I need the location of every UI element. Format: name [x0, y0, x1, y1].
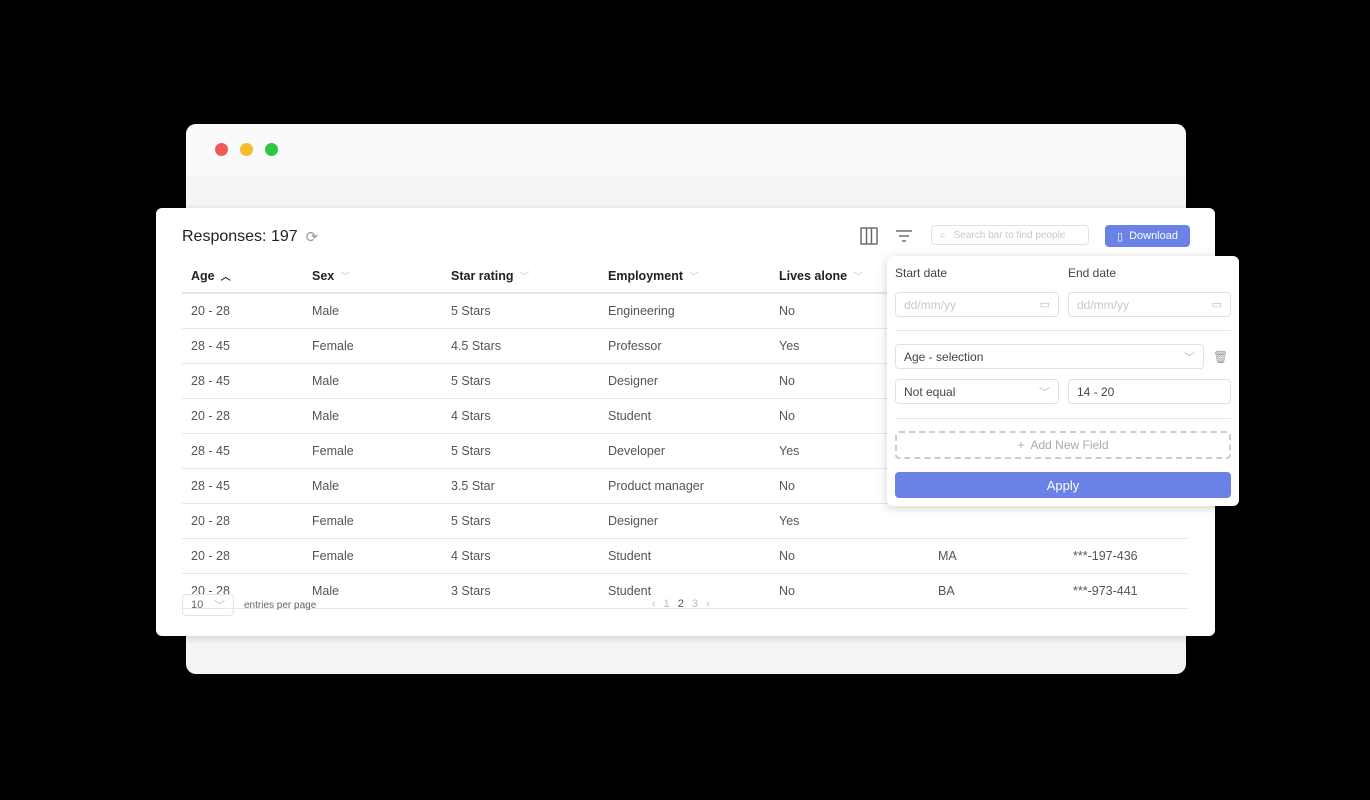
- minimize-window-button[interactable]: [240, 143, 253, 156]
- table-cell: 20 - 28: [182, 398, 303, 434]
- columns-icon[interactable]: [859, 226, 879, 246]
- table-cell: 3 Stars: [442, 573, 599, 609]
- table-cell: 3.5 Star: [442, 468, 599, 504]
- table-cell: Student: [599, 538, 770, 574]
- table-cell: 4 Stars: [442, 398, 599, 434]
- page-1[interactable]: 1: [664, 598, 670, 610]
- close-window-button[interactable]: [215, 143, 228, 156]
- chevron-down-icon: ﹀: [1184, 351, 1195, 364]
- start-date-label: Start date: [895, 266, 948, 280]
- table-cell: Male: [303, 363, 442, 399]
- maximize-window-button[interactable]: [265, 143, 278, 156]
- file-icon: ▯: [1117, 230, 1124, 243]
- table-cell: 5 Stars: [442, 503, 599, 539]
- page-title: Responses: 197 ⟳: [182, 228, 318, 246]
- next-page-button[interactable]: ›: [706, 598, 710, 610]
- chevron-down-icon[interactable]: ﹀: [689, 272, 699, 283]
- field-select[interactable]: Age - selection ﹀: [895, 344, 1204, 369]
- window-titlebar: [186, 124, 1186, 176]
- table-cell: Male: [303, 468, 442, 504]
- plus-icon: +: [1017, 438, 1025, 452]
- chevron-down-icon: ﹀: [1039, 386, 1050, 399]
- table-cell: Designer: [599, 363, 770, 399]
- table-cell: 4 Stars: [442, 538, 599, 574]
- prev-page-button[interactable]: ‹: [652, 598, 656, 610]
- end-date-label: End date: [1068, 266, 1117, 280]
- chevron-down-icon[interactable]: ﹀: [520, 272, 530, 283]
- table-cell: 20 - 28: [182, 293, 303, 329]
- table-cell: BA: [929, 573, 1064, 609]
- responses-count: Responses: 197: [182, 228, 298, 245]
- search-input[interactable]: ⌕ Search bar to find people: [931, 225, 1089, 245]
- table-cell: Male: [303, 573, 442, 609]
- table-footer: 10 ﹀ entries per page: [182, 594, 316, 616]
- table-cell: Female: [303, 538, 442, 574]
- table-cell: 5 Stars: [442, 293, 599, 329]
- table-cell: 20 - 28: [182, 503, 303, 539]
- filter-panel: Start date End date dd/mm/yy ▭ dd/mm/yy …: [887, 256, 1239, 506]
- divider: [895, 330, 1231, 331]
- start-date-input[interactable]: dd/mm/yy ▭: [895, 292, 1059, 317]
- pagination: ‹ 1 2 3 ›: [652, 598, 710, 610]
- table-row[interactable]: 20 - 28 Female 4 Stars Student No MA ***-197-4…: [182, 538, 1188, 574]
- table-cell: 5 Stars: [442, 363, 599, 399]
- table-cell: ***-973-441: [1064, 573, 1188, 609]
- column-header-sex[interactable]: Sex ﹀: [303, 258, 442, 294]
- table-cell: Student: [599, 398, 770, 434]
- table-cell: 4.5 Stars: [442, 328, 599, 364]
- table-cell: Female: [303, 503, 442, 539]
- chevron-down-icon[interactable]: ﹀: [340, 272, 350, 283]
- end-date-input[interactable]: dd/mm/yy ▭: [1068, 292, 1231, 317]
- filter-icon[interactable]: [894, 226, 914, 246]
- search-placeholder: Search bar to find people: [953, 229, 1066, 241]
- download-label: Download: [1129, 230, 1178, 242]
- table-cell: Designer: [599, 503, 770, 539]
- table-cell: No: [770, 573, 929, 609]
- table-cell: 5 Stars: [442, 433, 599, 469]
- refresh-icon[interactable]: ⟳: [306, 228, 319, 246]
- table-cell: MA: [929, 538, 1064, 574]
- table-cell: Male: [303, 293, 442, 329]
- filter-value-input[interactable]: 14 - 20: [1068, 379, 1231, 404]
- table-cell: [929, 503, 1064, 539]
- table-cell: 28 - 45: [182, 363, 303, 399]
- operator-select[interactable]: Not equal ﹀: [895, 379, 1059, 404]
- table-cell: Developer: [599, 433, 770, 469]
- table-cell: Male: [303, 398, 442, 434]
- calendar-icon[interactable]: ▭: [1212, 298, 1222, 311]
- entries-per-page-label: entries per page: [244, 599, 317, 611]
- page-3[interactable]: 3: [692, 598, 698, 610]
- table-cell: 28 - 45: [182, 328, 303, 364]
- table-cell: Female: [303, 328, 442, 364]
- table-cell: Product manager: [599, 468, 770, 504]
- table-cell: Engineering: [599, 293, 770, 329]
- table-row[interactable]: 20 - 28 Female 5 Stars Designer Yes: [182, 503, 1188, 539]
- column-header-employment[interactable]: Employment ﹀: [599, 258, 770, 294]
- apply-button[interactable]: Apply: [895, 472, 1231, 498]
- page-2[interactable]: 2: [678, 598, 684, 610]
- calendar-icon[interactable]: ▭: [1040, 298, 1050, 311]
- entries-per-page-select[interactable]: 10 ﹀: [182, 594, 234, 616]
- table-cell: No: [770, 538, 929, 574]
- search-icon: ⌕: [940, 229, 946, 241]
- table-cell: Female: [303, 433, 442, 469]
- sort-asc-icon[interactable]: ︿: [221, 272, 231, 283]
- chevron-down-icon: ﹀: [214, 600, 225, 612]
- table-cell: ***-197-436: [1064, 538, 1188, 574]
- column-header-star-rating[interactable]: Star rating ﹀: [442, 258, 599, 294]
- trash-icon[interactable]: 🗑: [1213, 350, 1228, 364]
- add-new-field-button[interactable]: + Add New Field: [895, 431, 1231, 459]
- download-button[interactable]: ▯ Download: [1105, 225, 1190, 247]
- divider: [895, 418, 1231, 419]
- column-header-age[interactable]: Age ︿: [182, 258, 303, 294]
- table-cell: 20 - 28: [182, 538, 303, 574]
- table-cell: Professor: [599, 328, 770, 364]
- table-cell: [1064, 503, 1188, 539]
- table-cell: 28 - 45: [182, 433, 303, 469]
- table-cell: 28 - 45: [182, 468, 303, 504]
- table-cell: Yes: [770, 503, 929, 539]
- chevron-down-icon[interactable]: ﹀: [853, 272, 863, 283]
